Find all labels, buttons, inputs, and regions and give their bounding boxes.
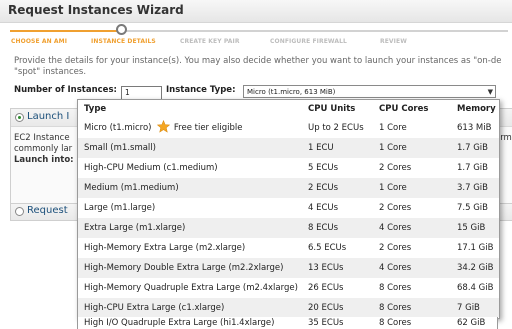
dropdown-option[interactable]: Medium (m1.medium) 2 ECUs 1 Core 3.7 GiB	[78, 178, 499, 198]
dropdown-option[interactable]: Micro (t1.micro) Free tier eligible Up t…	[78, 118, 499, 138]
option-cpu-units: 4 ECUs	[308, 203, 339, 213]
option-cpu-cores: 8 Cores	[379, 318, 412, 328]
dropdown-option[interactable]: High-Memory Double Extra Large (m2.2xlar…	[78, 258, 499, 278]
option-cpu-units: 20 ECUs	[308, 303, 344, 313]
option-type: Large (m1.large)	[84, 203, 156, 213]
wizard-steps: CHOOSE AN AMI INSTANCE DETAILS CREATE KE…	[0, 22, 512, 52]
option-cpu-cores: 1 Core	[379, 183, 407, 193]
option-cpu-units: 2 ECUs	[308, 183, 339, 193]
option-type: Medium (m1.medium)	[84, 183, 179, 193]
option-type: High-CPU Extra Large (c1.xlarge)	[84, 303, 225, 313]
dropdown-option[interactable]: High-Memory Quadruple Extra Large (m2.4x…	[78, 278, 499, 298]
intro-text: Provide the details for your instance(s)…	[14, 56, 502, 77]
option-memory: 34.2 GiB	[457, 263, 494, 273]
option-memory: 3.7 GiB	[457, 183, 488, 193]
step-line-done	[10, 30, 120, 32]
option-cpu-units: 1 ECU	[308, 143, 334, 153]
option-cpu-cores: 4 Cores	[379, 263, 412, 273]
step-instance-details[interactable]: INSTANCE DETAILS	[91, 38, 156, 45]
dropdown-option[interactable]: Large (m1.large) 4 ECUs 2 Cores 7.5 GiB	[78, 198, 499, 218]
header-type: Type	[84, 104, 107, 114]
launch-panel-text-2: commonly lar	[14, 144, 73, 154]
option-cpu-cores: 2 Cores	[379, 243, 412, 253]
launch-panel-title: Launch I	[27, 111, 70, 122]
option-memory: 1.7 GiB	[457, 143, 488, 153]
step-configure-firewall: CONFIGURE FIREWALL	[270, 38, 347, 45]
option-cpu-units: 8 ECUs	[308, 223, 339, 233]
dropdown-option[interactable]: High-CPU Medium (c1.medium) 5 ECUs 2 Cor…	[78, 158, 499, 178]
step-line-pending	[120, 30, 508, 32]
launch-into-label: Launch into:	[14, 155, 74, 165]
free-tier-label: Free tier eligible	[173, 123, 243, 133]
option-cpu-cores: 2 Cores	[379, 203, 412, 213]
instance-type-label: Instance Type:	[166, 85, 236, 95]
option-cpu-units: 6.5 ECUs	[308, 243, 347, 253]
option-memory: 68.4 GiB	[457, 283, 494, 293]
option-memory: 1.7 GiB	[457, 163, 488, 173]
dropdown-option[interactable]: Small (m1.small) 1 ECU 1 Core 1.7 GiB	[78, 138, 499, 158]
option-memory: 7 GiB	[457, 303, 480, 313]
option-cpu-cores: 8 Cores	[379, 283, 412, 293]
option-memory: 7.5 GiB	[457, 203, 488, 213]
option-type: High-Memory Quadruple Extra Large (m2.4x…	[84, 283, 298, 293]
option-type: High-CPU Medium (c1.medium)	[84, 163, 218, 173]
header-cpu-units: CPU Units	[308, 104, 356, 114]
request-panel-title: Request	[27, 205, 68, 216]
option-memory: 15 GiB	[457, 223, 486, 233]
option-cpu-units: 26 ECUs	[308, 283, 344, 293]
number-of-instances-label: Number of Instances:	[14, 85, 117, 95]
instance-type-value: Micro (t1.micro, 613 MiB)	[247, 88, 336, 96]
option-cpu-cores: 2 Cores	[379, 163, 412, 173]
number-of-instances-input[interactable]: 1	[121, 86, 162, 100]
instance-type-select[interactable]: Micro (t1.micro, 613 MiB) ▼	[243, 85, 496, 98]
launch-panel-text-1: EC2 Instance	[14, 133, 70, 143]
option-type: High I/O Quadruple Extra Large (hi1.4xla…	[84, 318, 275, 328]
option-cpu-units: 35 ECUs	[308, 318, 344, 328]
option-cpu-units: Up to 2 ECUs	[308, 123, 364, 133]
option-type: Extra Large (m1.xlarge)	[84, 223, 186, 233]
dropdown-header: Type CPU Units CPU Cores Memory	[78, 100, 499, 118]
step-review: REVIEW	[380, 38, 407, 45]
step-create-key-pair: CREATE KEY PAIR	[180, 38, 240, 45]
star-icon	[157, 120, 171, 133]
option-memory: 17.1 GiB	[457, 243, 494, 253]
request-radio[interactable]	[15, 207, 24, 216]
option-type: Small (m1.small)	[84, 143, 156, 153]
header-cpu-cores: CPU Cores	[379, 104, 429, 114]
dropdown-option[interactable]: Extra Large (m1.xlarge) 8 ECUs 4 Cores 1…	[78, 218, 499, 238]
dropdown-option[interactable]: High-CPU Extra Large (c1.xlarge) 20 ECUs…	[78, 298, 499, 317]
option-type: High-Memory Extra Large (m2.xlarge)	[84, 243, 246, 253]
option-cpu-cores: 4 Cores	[379, 223, 412, 233]
chevron-down-icon[interactable]: ▼	[488, 86, 493, 99]
option-type: High-Memory Double Extra Large (m2.2xlar…	[84, 263, 284, 273]
dropdown-option[interactable]: High-Memory Extra Large (m2.xlarge) 6.5 …	[78, 238, 499, 258]
instance-type-dropdown[interactable]: Type CPU Units CPU Cores Memory Micro (t…	[77, 99, 500, 319]
option-memory: 613 MiB	[457, 123, 492, 133]
launch-radio[interactable]	[15, 113, 24, 122]
option-cpu-cores: 1 Core	[379, 123, 407, 133]
window-title: Request Instances Wizard	[8, 3, 184, 17]
current-step-marker	[116, 24, 127, 35]
step-choose-ami[interactable]: CHOOSE AN AMI	[11, 38, 67, 45]
option-cpu-units: 13 ECUs	[308, 263, 344, 273]
dropdown-option[interactable]: High I/O Quadruple Extra Large (hi1.4xla…	[77, 317, 498, 329]
option-type: Micro (t1.micro)	[84, 123, 152, 133]
option-memory: 62 GiB	[457, 318, 486, 328]
title-bar: Request Instances Wizard	[0, 0, 512, 23]
option-cpu-cores: 1 Core	[379, 143, 407, 153]
option-cpu-units: 5 ECUs	[308, 163, 339, 173]
header-memory: Memory	[457, 104, 496, 114]
option-cpu-cores: 8 Cores	[379, 303, 412, 313]
